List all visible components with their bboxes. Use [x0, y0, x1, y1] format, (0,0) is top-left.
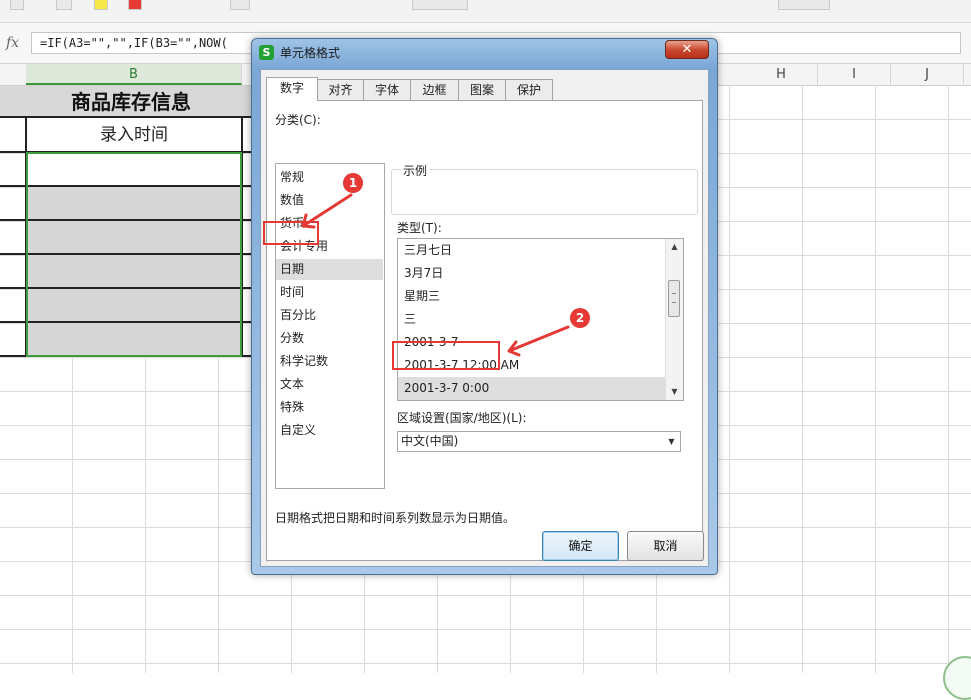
cancel-button[interactable]: 取消	[627, 531, 704, 561]
dialog-body: 数字 对齐 字体 边框 图案 保护 分类(C): 常规 数值 货币 会计专用 日…	[260, 69, 709, 567]
ok-button[interactable]: 确定	[542, 531, 619, 561]
locale-label: 区域设置(国家/地区)(L):	[397, 411, 527, 425]
data-row	[0, 323, 262, 357]
category-item[interactable]: 时间	[280, 282, 382, 303]
category-item[interactable]: 货币	[280, 213, 382, 234]
tab-pattern[interactable]: 图案	[458, 79, 506, 100]
header-cell-row: 录入时间	[0, 118, 262, 153]
category-item[interactable]: 科学记数	[280, 351, 382, 372]
annotation-badge-2: 2	[570, 308, 590, 328]
type-item[interactable]: 2001-3-7 12:00 AM	[398, 354, 666, 377]
type-label: 类型(T):	[397, 221, 442, 235]
column-header-h[interactable]: H	[745, 64, 818, 85]
table-style-button[interactable]	[778, 0, 830, 10]
font-color-icon[interactable]	[128, 0, 142, 10]
sample-group	[391, 169, 698, 215]
wps-logo-icon: S	[259, 45, 274, 60]
scroll-thumb[interactable]	[668, 280, 680, 317]
data-row	[0, 255, 262, 289]
scroll-down-icon[interactable]: ▼	[666, 384, 683, 400]
category-item[interactable]: 会计专用	[280, 236, 382, 257]
column-header-b[interactable]: B	[26, 64, 242, 85]
category-label: 分类(C):	[275, 113, 321, 127]
column-header-j[interactable]: J	[891, 64, 964, 85]
category-item-date[interactable]: 日期	[276, 259, 383, 280]
type-item[interactable]: 2001-3-7	[398, 331, 666, 354]
type-item[interactable]: 3月7日	[398, 262, 666, 285]
toolbar-button[interactable]	[10, 0, 24, 10]
data-cell[interactable]	[28, 187, 242, 219]
type-list-scrollbar[interactable]: ▲ ▼	[665, 239, 683, 400]
ribbon-toolbar-strip	[0, 0, 971, 23]
data-row	[0, 153, 262, 187]
header-cell-entry-time[interactable]: 录入时间	[26, 118, 242, 152]
number-tab-panel: 分类(C): 常规 数值 货币 会计专用 日期 时间 百分比 分数 科学记数 文…	[266, 100, 703, 561]
tab-number[interactable]: 数字	[266, 77, 318, 101]
tab-border[interactable]: 边框	[410, 79, 459, 100]
close-button[interactable]: ✕	[665, 40, 709, 59]
category-item[interactable]: 常规	[280, 167, 382, 188]
category-item[interactable]: 自定义	[280, 420, 382, 441]
wrap-text-button[interactable]	[412, 0, 468, 10]
sheet-title-cell[interactable]: 商品库存信息	[0, 86, 262, 118]
type-item[interactable]: 三	[398, 308, 666, 331]
dialog-titlebar[interactable]: S 单元格格式 ✕	[252, 39, 717, 65]
data-cell[interactable]	[28, 255, 242, 287]
tab-protection[interactable]: 保护	[505, 79, 553, 100]
column-header-i[interactable]: I	[818, 64, 891, 85]
format-description: 日期格式把日期和时间系列数显示为日期值。	[275, 511, 516, 525]
category-item[interactable]: 特殊	[280, 397, 382, 418]
category-item[interactable]: 百分比	[280, 305, 382, 326]
locale-value: 中文(中国)	[401, 434, 459, 448]
tab-alignment[interactable]: 对齐	[317, 79, 364, 100]
category-list[interactable]: 常规 数值 货币 会计专用 日期 时间 百分比 分数 科学记数 文本 特殊 自定…	[275, 163, 385, 489]
data-cell[interactable]	[28, 289, 242, 321]
data-cell[interactable]	[28, 153, 242, 185]
fx-icon[interactable]: fx	[6, 35, 19, 51]
type-item-selected[interactable]: 2001-3-7 0:00	[398, 377, 666, 400]
type-list[interactable]: 三月七日 3月7日 星期三 三 2001-3-7 2001-3-7 12:00 …	[397, 238, 684, 401]
type-item[interactable]: 星期三	[398, 285, 666, 308]
category-item[interactable]: 分数	[280, 328, 382, 349]
data-row	[0, 289, 262, 323]
toolbar-button[interactable]	[56, 0, 72, 10]
dialog-title: 单元格格式	[280, 46, 341, 60]
format-cells-dialog: S 单元格格式 ✕ 数字 对齐 字体 边框 图案 保护 分类(C): 常规 数值…	[251, 38, 718, 575]
data-cell[interactable]	[28, 221, 242, 253]
tab-font[interactable]: 字体	[363, 79, 411, 100]
fill-color-icon[interactable]	[94, 0, 108, 10]
locale-select[interactable]: 中文(中国) ▼	[397, 431, 681, 452]
align-button[interactable]	[230, 0, 250, 10]
data-cell[interactable]	[28, 323, 242, 355]
annotation-badge-1: 1	[343, 173, 363, 193]
type-item[interactable]: 三月七日	[398, 239, 666, 262]
category-item[interactable]: 数值	[280, 190, 382, 211]
scroll-up-icon[interactable]: ▲	[666, 239, 683, 255]
data-row	[0, 187, 262, 221]
chevron-down-icon[interactable]: ▼	[663, 432, 680, 451]
sample-label: 示例	[401, 162, 430, 179]
data-row	[0, 221, 262, 255]
category-item[interactable]: 文本	[280, 374, 382, 395]
